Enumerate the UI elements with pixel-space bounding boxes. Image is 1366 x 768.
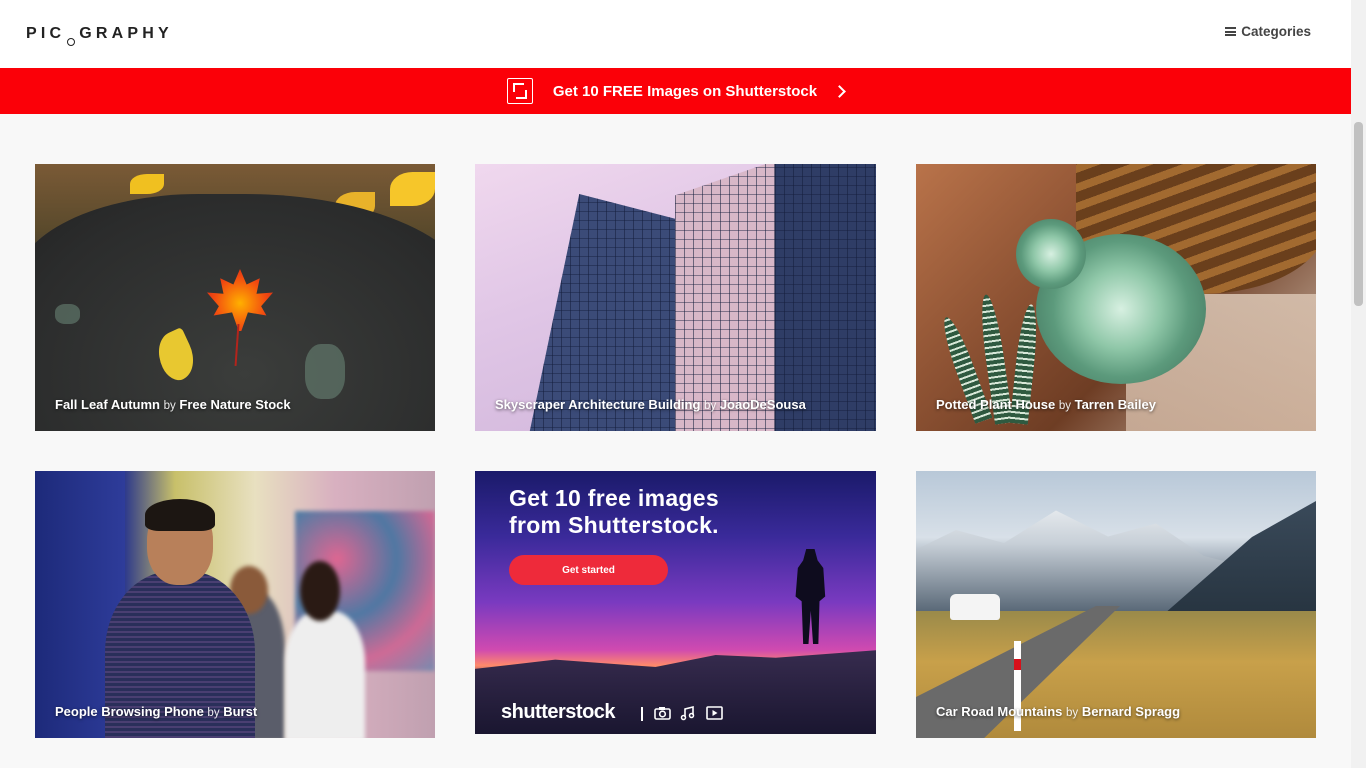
lichen xyxy=(55,304,80,324)
photo-caption: Fall Leaf Autumn by Free Nature Stock xyxy=(55,397,291,412)
site-logo[interactable]: PIC GRAPHY xyxy=(26,25,173,46)
succulent xyxy=(1016,219,1086,289)
building-left xyxy=(525,194,680,431)
photo-caption: Car Road Mountains by Bernard Spragg xyxy=(936,704,1181,719)
chevron-right-icon xyxy=(833,84,846,98)
yellow-leaf xyxy=(390,172,435,206)
promo-text: Get 10 FREE Images on Shutterstock xyxy=(552,82,818,100)
photo-caption: Potted Plant House by Tarren Bailey xyxy=(936,397,1157,412)
site-header: PIC GRAPHY Categories xyxy=(0,0,1351,68)
shutterstock-logo: shutterstock xyxy=(501,701,616,723)
background-person xyxy=(285,611,365,738)
get-started-button[interactable]: Get started xyxy=(509,555,668,585)
shutterstock-promo-banner[interactable]: Get 10 FREE Images on Shutterstock xyxy=(0,68,1351,114)
yellow-leaf xyxy=(130,174,164,194)
photo-caption: Skyscraper Architecture Building by Joao… xyxy=(495,397,806,412)
lichen xyxy=(305,344,345,399)
categories-button[interactable]: Categories xyxy=(1225,24,1311,39)
scrollbar-thumb[interactable] xyxy=(1354,122,1363,306)
menu-icon xyxy=(1225,27,1237,36)
photo-card[interactable]: Fall Leaf Autumn by Free Nature Stock xyxy=(35,164,435,431)
shutterstock-ad[interactable]: Get 10 free images from Shutterstock. Ge… xyxy=(475,471,876,734)
music-icon xyxy=(680,705,695,724)
ad-title: Get 10 free images from Shutterstock. xyxy=(509,485,719,538)
shutterstock-icon xyxy=(506,78,533,104)
photo-caption: People Browsing Phone by Burst xyxy=(55,704,258,719)
logo-separator xyxy=(641,707,643,721)
building-right xyxy=(775,164,876,431)
page-scrollbar[interactable] xyxy=(1351,0,1366,768)
categories-label: Categories xyxy=(1241,24,1311,39)
background-person-head xyxy=(300,561,340,621)
building-middle xyxy=(675,164,780,431)
camera-icon xyxy=(654,706,671,723)
hiker-silhouette xyxy=(795,549,826,644)
photo-card[interactable]: People Browsing Phone by Burst xyxy=(35,471,435,738)
photo-card[interactable]: Skyscraper Architecture Building by Joao… xyxy=(475,164,876,431)
man-hair xyxy=(145,499,215,531)
photo-card[interactable]: Potted Plant House by Tarren Bailey xyxy=(916,164,1316,431)
white-car xyxy=(950,594,1000,620)
photo-card[interactable]: Car Road Mountains by Bernard Spragg xyxy=(916,471,1316,738)
video-icon xyxy=(706,706,723,723)
